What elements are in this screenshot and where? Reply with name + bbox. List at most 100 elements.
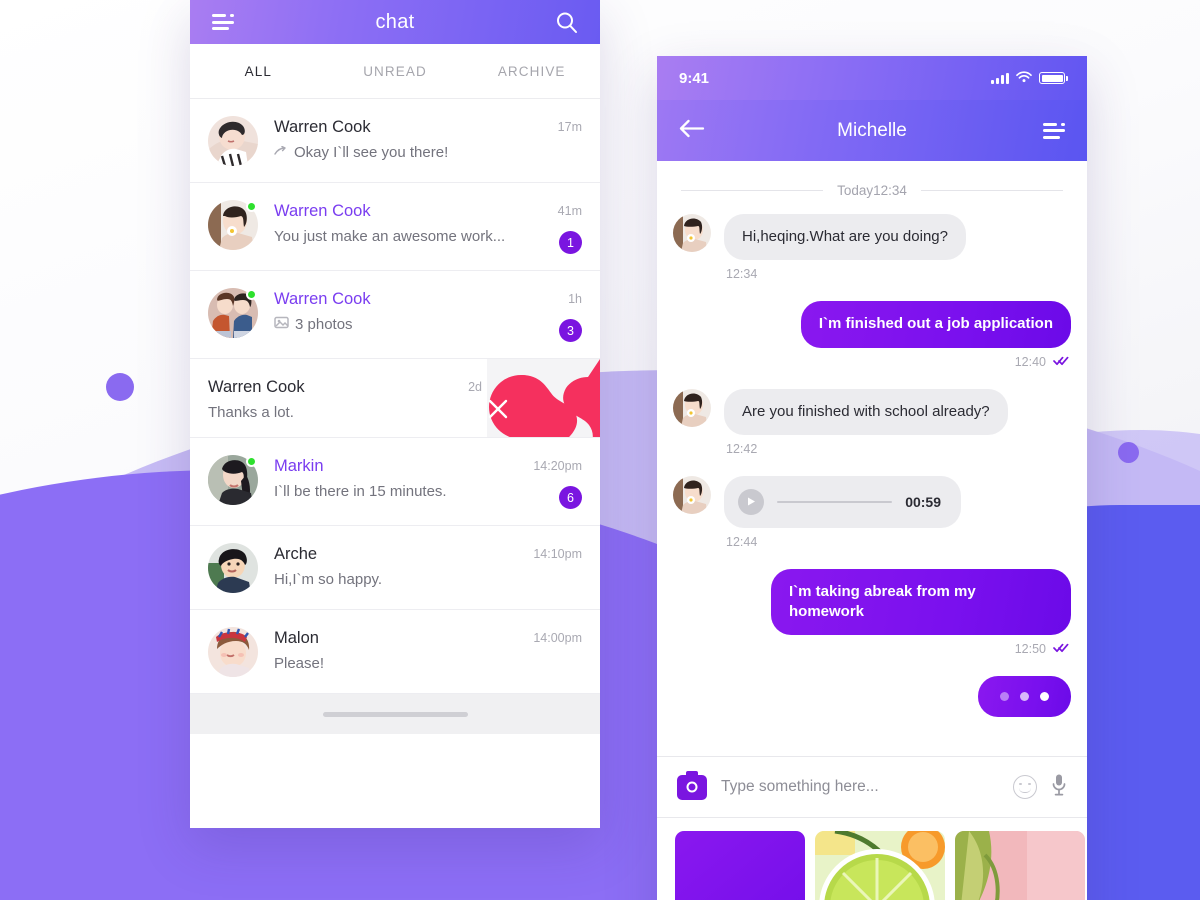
conversation-preview: Thanks a lot. — [208, 404, 450, 421]
battery-icon — [1039, 72, 1069, 84]
conversation-text: Arche Hi,I`m so happy. — [274, 543, 512, 588]
conversation-row[interactable]: Warren Cook You just make an awesome wor… — [190, 183, 600, 271]
conversation-text: Warren Cook Thanks a lot. — [208, 376, 450, 421]
message-text: I`m taking abreak from my homework — [771, 568, 1071, 636]
message-row-outgoing: I`m finished out a job application 12:40 — [673, 301, 1071, 384]
timestamp-value: 12:34 — [726, 267, 758, 282]
conversation-message: Hi,I`m so happy. — [274, 571, 383, 588]
conversation-message: Please! — [274, 655, 325, 672]
attachment-gallery — [657, 818, 1087, 900]
play-icon[interactable] — [738, 488, 764, 515]
conversation-row-swiped[interactable]: Warren Cook Thanks a lot. 2d — [190, 359, 600, 438]
camera-icon[interactable] — [677, 770, 707, 800]
online-indicator — [246, 201, 257, 212]
conversation-time: 14:20pm — [533, 459, 582, 473]
voice-message-bubble[interactable]: 00:59 — [724, 475, 961, 528]
conversation-name: Warren Cook — [274, 202, 371, 220]
voice-progress-track[interactable] — [777, 500, 893, 503]
status-time: 9:41 — [679, 69, 710, 87]
conversation-time: 1h — [568, 292, 582, 306]
online-indicator — [246, 456, 257, 467]
delete-action-button[interactable] — [487, 359, 600, 437]
conversation-message: Thanks a lot. — [208, 404, 294, 421]
timestamp-value: 12:40 — [1014, 354, 1046, 369]
avatar — [208, 288, 258, 338]
read-receipt-icon — [1053, 355, 1069, 369]
conversation-name: Warren Cook — [274, 118, 371, 136]
search-icon[interactable] — [555, 11, 578, 34]
conversation-preview: Please! — [274, 655, 512, 672]
conversation-name: Warren Cook — [274, 290, 371, 308]
message-input-bar: Type something here... — [657, 756, 1087, 818]
conversation-time: 14:00pm — [533, 631, 582, 645]
message-row-incoming: Hi,heqing.What are you doing? 12:34 — [673, 214, 1071, 297]
message-row-outgoing: I`m taking abreak from my homework 12:50 — [673, 568, 1071, 673]
message-bubble-group: I`m taking abreak from my homework 12:50 — [771, 568, 1071, 673]
message-row-typing — [673, 676, 1071, 718]
timestamp-value: 12:44 — [726, 534, 758, 549]
avatar — [208, 543, 258, 593]
conversation-time: 14:10pm — [533, 547, 582, 561]
avatar — [673, 214, 711, 252]
online-indicator — [246, 289, 257, 300]
conversation-tabs: ALL UNREAD ARCHIVE — [190, 44, 600, 99]
conversation-screen: 9:41 Michelle Today12:34 Hi,heqing.What … — [657, 56, 1087, 900]
read-receipt-icon — [1053, 642, 1069, 656]
conversation-row[interactable]: Markin I`ll be there in 15 minutes. 14:2… — [190, 438, 600, 526]
status-icons — [991, 70, 1069, 87]
avatar — [208, 200, 258, 250]
attachment-photo-pink[interactable] — [955, 831, 1085, 900]
conversation-time: 41m — [557, 204, 582, 218]
message-timestamp: 12:42 — [726, 442, 1006, 456]
avatar — [673, 475, 711, 514]
decorative-circle-left — [106, 373, 134, 401]
conversation-row[interactable]: Arche Hi,I`m so happy. 14:10pm — [190, 526, 600, 610]
chat-list-screen: chat ALL UNREAD ARCHIVE Warren Cook Okay… — [190, 0, 600, 828]
message-timestamp: 12:40 — [803, 355, 1069, 369]
conversation-row[interactable]: Warren Cook Okay I`ll see you there! 17m — [190, 99, 600, 183]
unread-badge: 6 — [559, 486, 582, 509]
conversation-text: Warren Cook Okay I`ll see you there! — [274, 116, 512, 161]
menu-list-icon[interactable] — [1043, 122, 1065, 139]
conversation-row[interactable]: Warren Cook 3 photos 1h 3 — [190, 271, 600, 359]
contact-name-title: Michelle — [837, 119, 907, 141]
photo-icon — [274, 316, 289, 333]
attachment-photo-lime[interactable] — [815, 831, 945, 900]
timestamp-value: 12:50 — [1014, 642, 1046, 657]
conversation-text: Warren Cook 3 photos — [274, 288, 512, 333]
day-divider: Today12:34 — [673, 161, 1071, 214]
message-thread: Today12:34 Hi,heqing.What are you doing?… — [657, 161, 1087, 756]
signal-bars-icon — [991, 72, 1009, 84]
conversation-meta: 1h 3 — [512, 288, 582, 342]
message-text: I`m finished out a job application — [800, 301, 1071, 348]
tab-archive[interactable]: ARCHIVE — [463, 64, 600, 79]
message-input[interactable]: Type something here... — [721, 778, 999, 796]
home-indicator-bar — [190, 694, 600, 734]
message-text: Hi,heqing.What are you doing? — [724, 214, 966, 261]
message-bubble-group: I`m finished out a job application 12:40 — [800, 301, 1071, 384]
microphone-icon[interactable] — [1051, 773, 1067, 802]
tab-unread[interactable]: UNREAD — [327, 64, 464, 79]
sent-arrow-icon — [274, 144, 288, 161]
menu-list-icon[interactable] — [212, 14, 234, 30]
conversation-row[interactable]: Malon Please! 14:00pm — [190, 610, 600, 694]
emoji-smiley-icon[interactable] — [1013, 775, 1037, 799]
timestamp-value: 12:42 — [726, 441, 758, 456]
tab-all[interactable]: ALL — [190, 64, 327, 79]
conversation-name: Malon — [274, 629, 319, 647]
conversation-preview: 3 photos — [274, 316, 512, 333]
conversation-meta: 14:10pm — [512, 543, 582, 561]
conversation-preview: I`ll be there in 15 minutes. — [274, 483, 512, 500]
conversation-preview: You just make an awesome work... — [274, 228, 512, 245]
avatar — [673, 388, 711, 427]
conversation-message: You just make an awesome work... — [274, 228, 506, 245]
home-indicator[interactable] — [322, 711, 468, 717]
message-timestamp: 12:34 — [726, 267, 964, 281]
conversation-meta: 17m — [512, 116, 582, 134]
unread-badge: 1 — [559, 231, 582, 254]
conversation-name: Arche — [274, 545, 318, 563]
avatar — [208, 455, 258, 505]
attachment-camera-tile[interactable] — [675, 831, 805, 900]
unread-badge: 3 — [559, 319, 582, 342]
conversation-message: I`ll be there in 15 minutes. — [274, 483, 447, 500]
